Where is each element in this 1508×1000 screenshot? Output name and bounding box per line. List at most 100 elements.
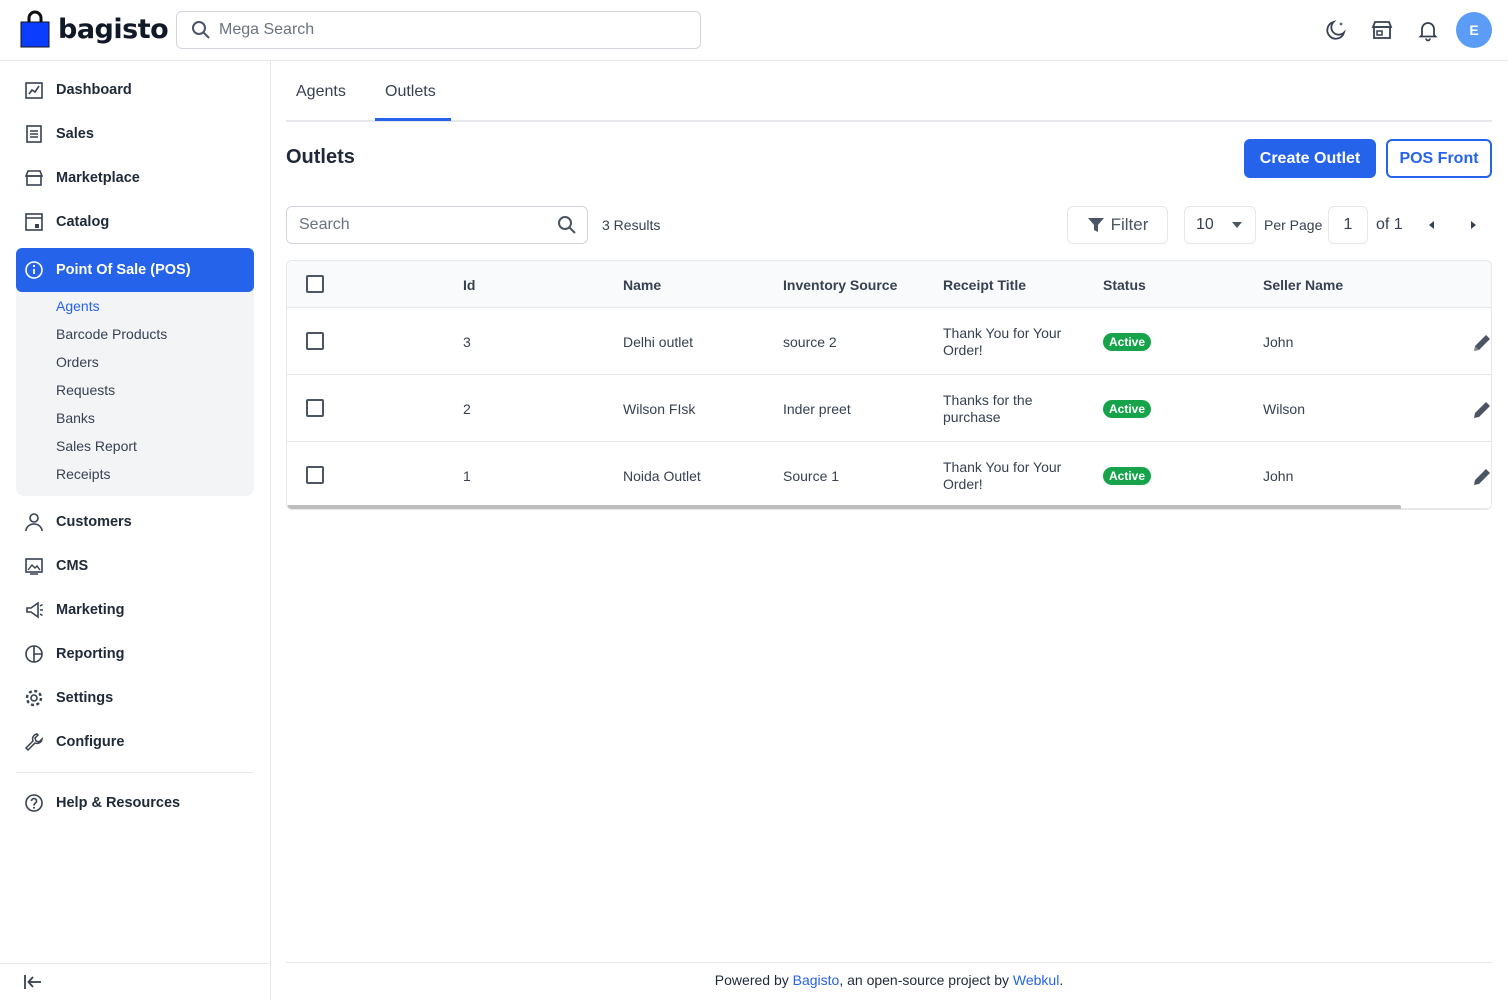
- submenu-barcode-products[interactable]: Barcode Products: [56, 326, 167, 342]
- row-checkbox[interactable]: [306, 466, 324, 484]
- sidebar-item-point-of-sale[interactable]: Point Of Sale (POS): [16, 248, 254, 292]
- sidebar-item-reporting[interactable]: Reporting: [16, 632, 254, 676]
- status-badge: Active: [1103, 467, 1152, 485]
- sidebar-item-settings[interactable]: Settings: [16, 676, 254, 720]
- column-header-id[interactable]: Id: [463, 277, 475, 293]
- cell-seller-name: Wilson: [1263, 401, 1306, 417]
- row-checkbox[interactable]: [306, 399, 324, 417]
- outlets-table: Id Name Inventory Source Receipt Title S…: [286, 260, 1492, 510]
- page-title: Outlets: [286, 146, 355, 168]
- active-tab-indicator: [375, 118, 451, 121]
- footer-divider: [286, 962, 1492, 963]
- wrench-icon: [24, 733, 43, 752]
- sidebar-item-label: Marketplace: [56, 170, 140, 186]
- previous-page-icon[interactable]: [1424, 217, 1440, 233]
- sidebar-item-marketing[interactable]: Marketing: [16, 588, 254, 632]
- collapse-sidebar-icon[interactable]: [22, 971, 44, 993]
- info-icon: [25, 261, 43, 279]
- mega-search-input[interactable]: [219, 21, 679, 39]
- pencil-icon[interactable]: [1471, 332, 1492, 354]
- cell-receipt-title-line1: Thank You for Your: [943, 459, 1062, 475]
- tab-agents[interactable]: Agents: [296, 83, 346, 101]
- moon-icon[interactable]: [1324, 18, 1348, 42]
- store-icon[interactable]: [1370, 18, 1394, 42]
- sidebar-divider: [16, 772, 254, 773]
- pos-front-button[interactable]: POS Front: [1386, 139, 1492, 178]
- sidebar-bottom-divider: [0, 963, 270, 964]
- submenu-agents[interactable]: Agents: [56, 298, 100, 314]
- datagrid-search-input[interactable]: [299, 216, 557, 234]
- table-row: 3 Delhi outlet source 2 Thank You for Yo…: [287, 308, 1491, 375]
- column-header-inventory-source[interactable]: Inventory Source: [783, 277, 897, 293]
- sidebar-item-label: CMS: [56, 558, 89, 574]
- megaphone-icon: [26, 601, 43, 619]
- cell-id: 1: [463, 468, 471, 484]
- sidebar-item-customers[interactable]: Customers: [16, 500, 254, 544]
- mega-search-bar[interactable]: [176, 11, 701, 49]
- row-checkbox[interactable]: [306, 332, 324, 350]
- search-icon[interactable]: [557, 215, 577, 235]
- sidebar-item-dashboard[interactable]: Dashboard: [16, 68, 254, 112]
- per-page-select[interactable]: 10: [1184, 206, 1256, 244]
- sidebar-item-catalog[interactable]: Catalog: [16, 200, 254, 244]
- caret-down-icon: [1231, 222, 1242, 228]
- submenu-requests[interactable]: Requests: [56, 382, 115, 398]
- select-all-checkbox[interactable]: [306, 275, 324, 293]
- submenu-orders[interactable]: Orders: [56, 354, 99, 370]
- user-avatar[interactable]: E: [1456, 12, 1492, 48]
- webkul-link[interactable]: Webkul: [1013, 972, 1059, 988]
- cell-id: 3: [463, 334, 471, 350]
- pencil-icon[interactable]: [1471, 399, 1492, 421]
- column-header-seller-name[interactable]: Seller Name: [1263, 277, 1343, 293]
- pencil-icon[interactable]: [1471, 466, 1492, 488]
- sidebar: Dashboard Sales Marketplace Catalog Poin…: [0, 61, 271, 1000]
- cell-receipt-title-line1: Thanks for the: [943, 392, 1033, 408]
- cell-name: Delhi outlet: [623, 334, 694, 350]
- next-page-icon[interactable]: [1465, 217, 1481, 233]
- column-header-status[interactable]: Status: [1103, 277, 1146, 293]
- bell-icon[interactable]: [1416, 18, 1440, 42]
- filter-label: Filter: [1110, 215, 1149, 234]
- page-number-input[interactable]: [1328, 206, 1368, 244]
- column-header-receipt-title[interactable]: Receipt Title: [943, 277, 1026, 293]
- filter-icon: [1087, 218, 1104, 232]
- create-outlet-button[interactable]: Create Outlet: [1244, 139, 1376, 178]
- catalog-icon: [25, 213, 43, 231]
- cell-name: Noida Outlet: [623, 468, 701, 484]
- dashboard-icon: [25, 82, 43, 99]
- status-badge: Active: [1103, 400, 1152, 418]
- table-row: 1 Noida Outlet Source 1 Thank You for Yo…: [287, 442, 1491, 509]
- submenu-banks[interactable]: Banks: [56, 410, 95, 426]
- search-icon: [192, 21, 210, 39]
- submenu-sales-report[interactable]: Sales Report: [56, 438, 137, 454]
- filter-button[interactable]: Filter: [1067, 206, 1168, 244]
- datagrid-search[interactable]: [286, 206, 588, 244]
- sidebar-item-configure[interactable]: Configure: [16, 720, 254, 764]
- shopping-bag-icon: [20, 10, 50, 48]
- cell-inventory-source: Source 1: [783, 468, 840, 484]
- cell-inventory-source: source 2: [783, 334, 837, 350]
- tab-outlets[interactable]: Outlets: [385, 83, 436, 101]
- sidebar-item-marketplace[interactable]: Marketplace: [16, 156, 254, 200]
- horizontal-scrollbar[interactable]: [287, 505, 1401, 509]
- sidebar-item-label: Point Of Sale (POS): [56, 262, 191, 278]
- submenu-receipts[interactable]: Receipts: [56, 466, 110, 482]
- cell-receipt-title-line2: Order!: [943, 342, 983, 358]
- per-page-value: 10: [1196, 216, 1214, 233]
- help-icon: [25, 794, 43, 812]
- sidebar-item-sales[interactable]: Sales: [16, 112, 254, 156]
- column-header-name[interactable]: Name: [623, 277, 661, 293]
- bagisto-logo[interactable]: bagisto: [20, 10, 169, 48]
- per-page-label: Per Page: [1264, 217, 1323, 233]
- sidebar-item-label: Sales: [56, 126, 94, 142]
- sidebar-item-label: Settings: [56, 690, 114, 706]
- bagisto-link[interactable]: Bagisto: [793, 972, 840, 988]
- footer-middle: , an open-source project by: [839, 972, 1013, 988]
- footer: Powered by Bagisto, an open-source proje…: [286, 972, 1492, 988]
- cell-seller-name: John: [1263, 468, 1294, 484]
- sidebar-item-cms[interactable]: CMS: [16, 544, 254, 588]
- sales-icon: [26, 125, 42, 143]
- cms-icon: [25, 558, 43, 575]
- sidebar-item-help-resources[interactable]: Help & Resources: [16, 781, 254, 825]
- cell-receipt-title-line2: Order!: [943, 476, 983, 492]
